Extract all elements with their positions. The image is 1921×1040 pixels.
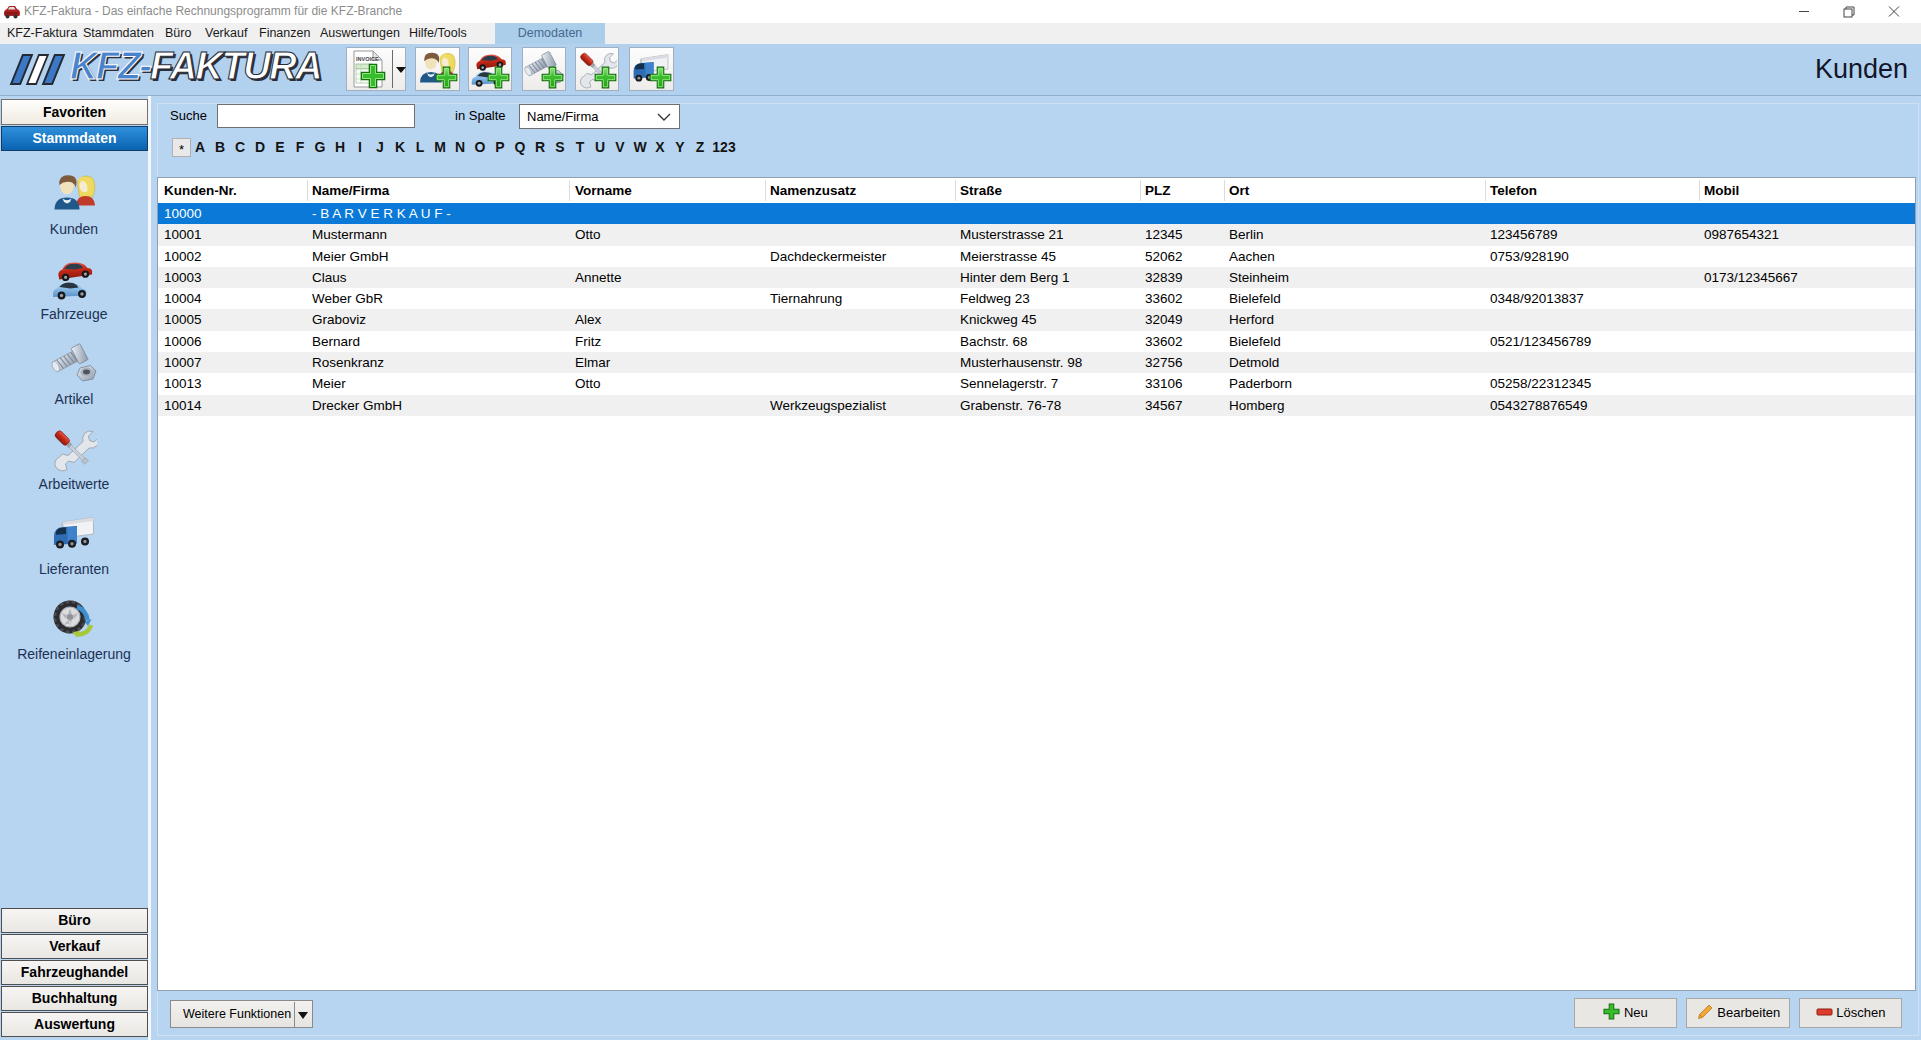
- svg-text:INVOICE: INVOICE: [356, 56, 379, 62]
